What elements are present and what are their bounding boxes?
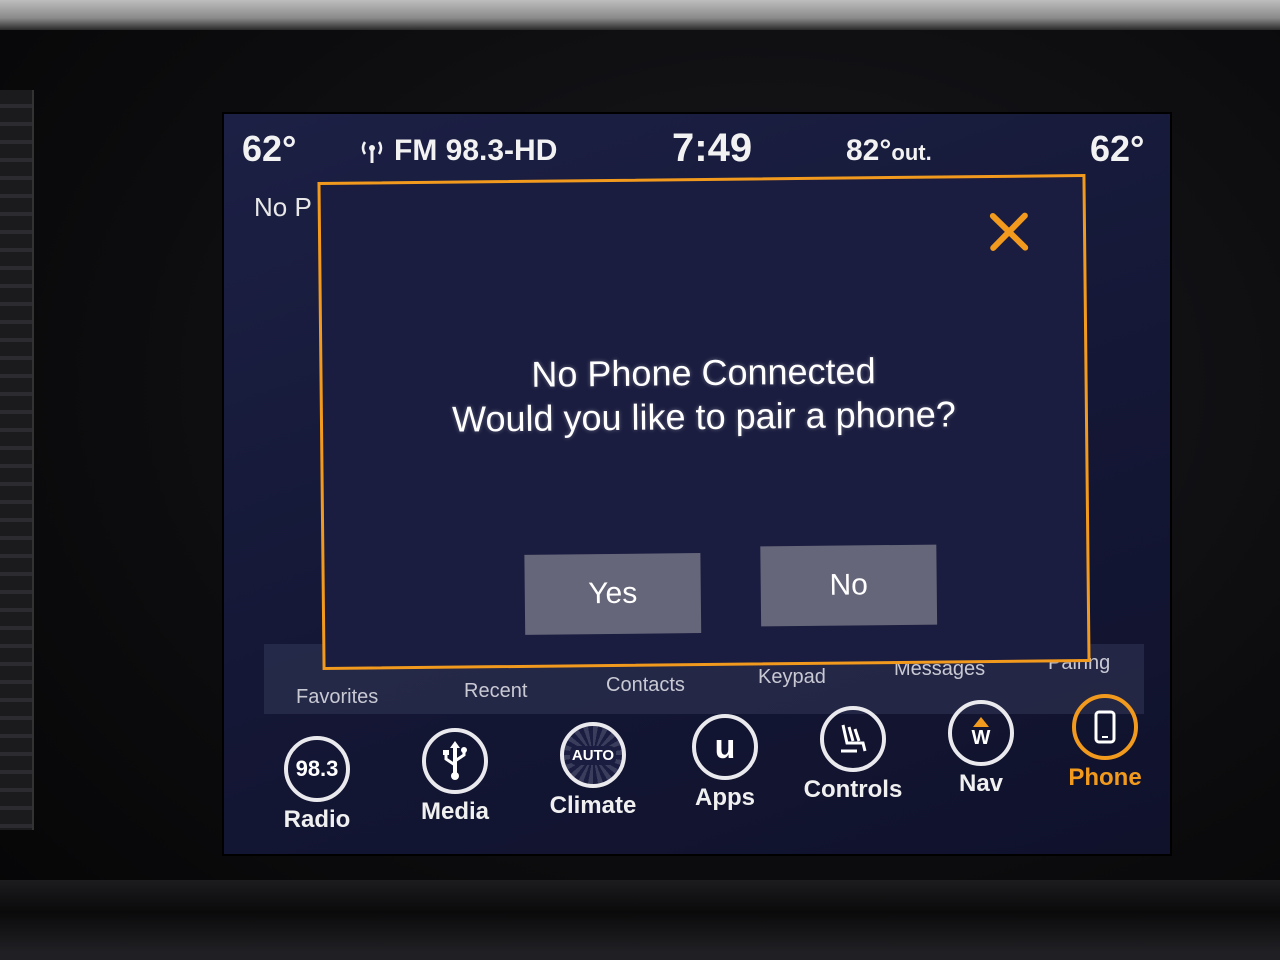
dashboard-top-trim [0,0,1280,30]
nav-badge: W [971,726,991,749]
seat-controls-icon [820,706,886,772]
seat-glyph [841,724,867,753]
radio-station-indicator[interactable]: FM 98.3-HD [358,134,557,168]
no-button[interactable]: No [760,544,938,627]
radio-icon: 98.3 [284,736,350,802]
air-vent [0,90,34,830]
dialog-title: No Phone Connected [531,350,876,395]
radio-badge: 98.3 [295,756,339,781]
passenger-temperature[interactable]: 62° [1090,128,1144,170]
bottom-dock: 98.3 Radio Media AUTO Climate u Apps Con… [224,694,1170,854]
dashboard-bottom-trim [0,880,1280,960]
phone-glyph [1094,710,1116,744]
apps-badge: u [714,727,736,766]
driver-temperature[interactable]: 62° [242,128,296,170]
tab-contacts[interactable]: Contacts [606,674,685,697]
dock-phone[interactable]: Phone [1050,694,1160,792]
climate-icon: AUTO [560,722,626,788]
antenna-icon [361,141,383,163]
dialog-question: Would you like to pair a phone? [451,393,956,440]
dock-apps-label: Apps [695,784,755,811]
usb-glyph [443,741,467,780]
dock-climate[interactable]: AUTO Climate [538,722,648,820]
clock: 7:49 [672,126,753,170]
radio-station-label: FM 98.3-HD [394,134,558,167]
dock-media[interactable]: Media [400,728,510,826]
dock-nav-label: Nav [958,770,1004,797]
outside-temp-suffix: out. [891,140,932,165]
infotainment-screen: 62° FM 98.3-HD 7:49 82°out. 62° No P Fav… [222,112,1172,856]
dock-climate-label: Climate [549,792,637,819]
dialog-message: No Phone Connected Would you like to pai… [322,347,1085,443]
dock-radio[interactable]: 98.3 Radio [262,736,372,834]
dock-controls[interactable]: Controls [798,706,908,804]
dock-media-label: Media [420,798,489,825]
pair-phone-dialog: No Phone Connected Would you like to pai… [317,173,1091,671]
climate-badge: AUTO [569,745,617,765]
outside-temperature: 82°out. [846,134,932,168]
compass-arrow [973,716,989,727]
yes-button[interactable]: Yes [524,553,702,635]
status-bar: 62° FM 98.3-HD 7:49 82°out. 62° [224,114,1170,182]
close-icon[interactable] [985,208,1033,257]
phone-icon [1072,694,1138,760]
dock-phone-label: Phone [1068,764,1142,791]
background-status-text: No P [254,192,312,222]
usb-icon [422,728,488,794]
dock-nav[interactable]: W Nav [926,700,1036,798]
dock-controls-label: Controls [803,776,903,803]
outside-temp-value: 82° [846,134,892,167]
apps-icon: u [692,714,758,780]
tab-keypad[interactable]: Keypad [758,666,826,689]
dock-apps[interactable]: u Apps [670,714,780,812]
compass-icon: W [948,700,1014,766]
dock-radio-label: Radio [283,806,351,833]
